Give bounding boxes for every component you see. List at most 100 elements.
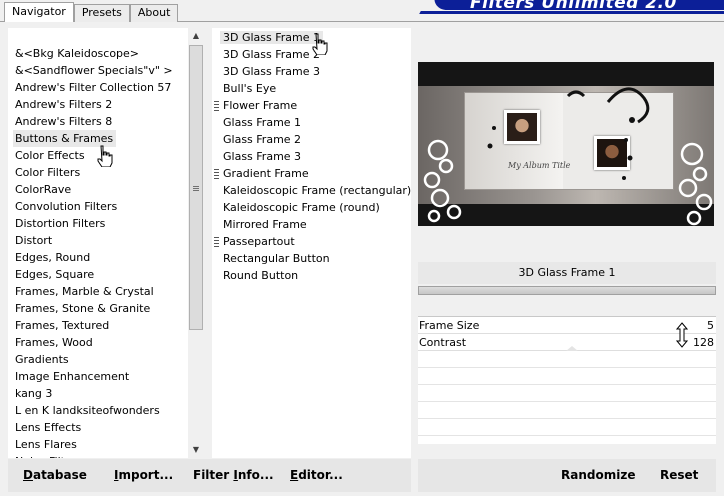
vertical-resize-cursor-icon (676, 322, 688, 348)
empty-param-row (418, 419, 716, 436)
bottom-toolbar-right: Randomize Reset (418, 459, 716, 492)
category-item[interactable]: Frames, Marble & Crystal (15, 285, 154, 298)
category-item[interactable]: Color Filters (15, 166, 80, 179)
filter-item-label: Glass Frame 2 (223, 133, 302, 146)
editor-label-rest: ditor... (298, 468, 343, 482)
category-item[interactable]: &<Bkg Kaleidoscope> (15, 47, 139, 60)
filter-preview-image: My Album Title (418, 62, 714, 226)
filter-item[interactable]: Flower Frame (212, 97, 411, 114)
category-item[interactable]: Convolution Filters (15, 200, 117, 213)
filter-item-label: Gradient Frame (223, 167, 309, 180)
filter-item-label: Round Button (223, 269, 299, 282)
filter-item[interactable]: Kaleidoscopic Frame (round) (212, 199, 411, 216)
filter-item[interactable]: Mirrored Frame (212, 216, 411, 233)
category-item[interactable]: kang 3 (15, 387, 52, 400)
filter-item[interactable]: Glass Frame 2 (212, 131, 411, 148)
category-item[interactable]: Distortion Filters (15, 217, 105, 230)
filter-item-label: 3D Glass Frame 3 (223, 65, 321, 78)
hand-cursor-icon (312, 33, 328, 55)
tab-about[interactable]: About (129, 4, 179, 22)
parameter-list: Frame Size 5 Contrast 128 (418, 316, 716, 444)
empty-param-row (418, 351, 716, 368)
param-row-contrast[interactable]: Contrast 128 (418, 334, 716, 351)
preview-swirl-ornaments (423, 87, 713, 226)
tab-presets[interactable]: Presets (73, 4, 130, 22)
filter-item[interactable]: 3D Glass Frame 3 (212, 63, 411, 80)
empty-param-row (418, 368, 716, 385)
filter-item-label: Flower Frame (223, 99, 298, 112)
category-item[interactable]: Edges, Round (15, 251, 90, 264)
scroll-up-arrow-icon[interactable]: ▲ (188, 28, 204, 44)
logo-text: Filters Unlimited 2.0 (470, 0, 677, 13)
filter-list[interactable]: 3D Glass Frame 1 3D Glass Frame 2 3D Glass… (212, 28, 411, 458)
category-item[interactable]: Image Enhancement (15, 370, 129, 383)
category-item[interactable]: L en K landksiteofwonders (15, 404, 160, 417)
filter-item-label: Glass Frame 3 (223, 150, 302, 163)
category-item[interactable]: Color Effects (15, 149, 85, 162)
tab-navigator[interactable]: Navigator (4, 2, 74, 22)
filter-item[interactable]: Glass Frame 3 (212, 148, 411, 165)
param-row-frame-size[interactable]: Frame Size 5 (418, 317, 716, 334)
drag-grip-icon (214, 101, 219, 111)
category-item[interactable]: Lens Effects (15, 421, 81, 434)
editor-button[interactable]: Editor... (290, 459, 343, 492)
category-item[interactable]: Edges, Square (15, 268, 94, 281)
editor-accel: E (290, 468, 299, 482)
category-list[interactable]: &<Bkg Kaleidoscope> &<Sandflower Specials… (8, 28, 204, 458)
filter-item[interactable]: Rectangular Button (212, 250, 411, 267)
database-button[interactable]: Database (23, 459, 87, 492)
filter-item[interactable]: Glass Frame 1 (212, 114, 411, 131)
filter-item-label: Kaleidoscopic Frame (rectangular) (223, 184, 412, 197)
filter-item-label: Passepartout (223, 235, 295, 248)
hand-cursor-icon (97, 145, 113, 167)
category-item[interactable]: Andrew's Filter Collection 57 (15, 81, 171, 94)
category-item[interactable]: Noise Filters (15, 455, 82, 458)
filter-item[interactable]: Gradient Frame (212, 165, 411, 182)
scroll-thumb[interactable] (189, 45, 203, 330)
category-item[interactable]: ColorRave (15, 183, 71, 196)
category-scrollbar[interactable]: ▲ ▼ (188, 28, 204, 458)
category-item[interactable]: Lens Flares (15, 438, 77, 451)
randomize-button[interactable]: Randomize (561, 459, 635, 492)
database-label-rest: atabase (32, 468, 87, 482)
filter-item-label: Glass Frame 1 (223, 116, 302, 129)
bottom-toolbar-left: Database Import... Filter Info... Editor… (8, 459, 411, 492)
filter-item-label: 3D Glass Frame 1 (220, 31, 324, 44)
filter-item-label: Kaleidoscopic Frame (round) (223, 201, 380, 214)
drag-grip-icon (214, 237, 219, 247)
scroll-grip-icon (193, 186, 199, 192)
category-item[interactable]: &<Sandflower Specials"v" > (15, 64, 173, 77)
scroll-down-arrow-icon[interactable]: ▼ (188, 442, 204, 458)
filter-title-bar: 3D Glass Frame 1 (418, 262, 716, 284)
progress-bar (418, 286, 716, 295)
filter-item[interactable]: Passepartout (212, 233, 411, 250)
reset-button[interactable]: Reset (660, 459, 698, 492)
import-button[interactable]: Import... (114, 459, 173, 492)
filter-item-label: 3D Glass Frame 2 (223, 48, 321, 61)
param-value: 5 (707, 319, 714, 332)
category-items: &<Bkg Kaleidoscope> &<Sandflower Specials… (13, 45, 173, 458)
category-item[interactable]: Andrew's Filters 2 (15, 98, 112, 111)
empty-param-row (418, 385, 716, 402)
category-item[interactable]: Gradients (15, 353, 69, 366)
param-label: Contrast (419, 336, 467, 349)
filter-info-button[interactable]: Filter Info... (193, 459, 274, 492)
filter-info-label-rest: nfo... (237, 468, 274, 482)
filter-items: 3D Glass Frame 1 3D Glass Frame 2 3D Glass… (212, 29, 411, 284)
tab-bar: Navigator Presets About (4, 2, 179, 22)
filter-item[interactable]: Round Button (212, 267, 411, 284)
category-item[interactable]: Distort (15, 234, 52, 247)
category-item[interactable]: Frames, Stone & Granite (15, 302, 150, 315)
drag-grip-icon (214, 169, 219, 179)
import-label-rest: mport... (118, 468, 174, 482)
filter-item-label: Mirrored Frame (223, 218, 307, 231)
filter-item-label: Bull's Eye (223, 82, 277, 95)
empty-param-row (418, 402, 716, 419)
category-item[interactable]: Frames, Wood (15, 336, 93, 349)
filter-item[interactable]: Bull's Eye (212, 80, 411, 97)
filter-item[interactable]: Kaleidoscopic Frame (rectangular) (212, 182, 411, 199)
filter-item-label: Rectangular Button (223, 252, 330, 265)
filter-info-label-pre: Filter (193, 468, 234, 482)
category-item[interactable]: Andrew's Filters 8 (15, 115, 112, 128)
category-item[interactable]: Frames, Textured (15, 319, 109, 332)
